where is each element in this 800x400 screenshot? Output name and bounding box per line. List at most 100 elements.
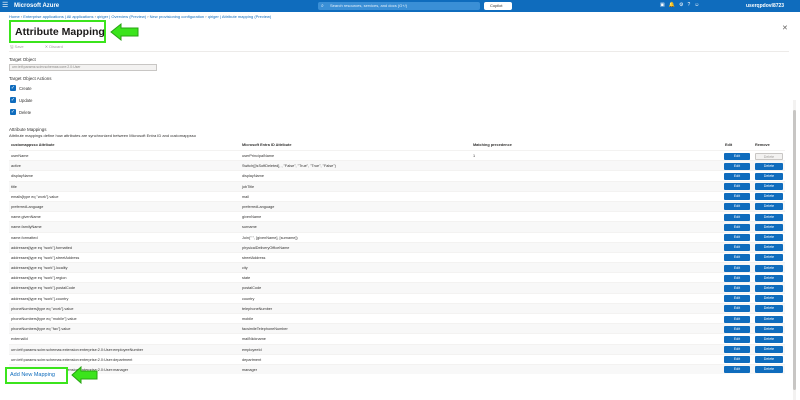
table-row[interactable]: urn:ietf:params:scim:schemas:extension:e… (9, 353, 785, 364)
edit-mapping-button[interactable]: Edit (724, 203, 750, 211)
table-row[interactable]: addresses[type eq "work"].country country… (9, 292, 785, 303)
table-row[interactable]: addresses[type eq "work"].locality city Ed… (9, 262, 785, 273)
delete-mapping-button[interactable]: Delete (755, 295, 783, 303)
source-attribute-cell: country (242, 296, 255, 301)
account-user-name[interactable]: userqpdovl8723 (746, 2, 784, 10)
source-attribute-cell: state (242, 276, 251, 281)
delete-mapping-button[interactable]: Delete (755, 223, 783, 231)
delete-mapping-button[interactable]: Delete (755, 203, 783, 211)
add-new-mapping-link[interactable]: Add New Mapping (10, 372, 55, 378)
delete-mapping-button[interactable]: Delete (755, 305, 783, 313)
notifications-icon[interactable]: 🔔 (669, 2, 679, 8)
page-scrollbar[interactable] (793, 100, 796, 400)
delete-mapping-button[interactable]: Delete (755, 356, 783, 364)
table-row[interactable]: preferredLanguage preferredLanguage Edit De… (9, 200, 785, 212)
table-row[interactable]: emails[type eq "work"].value mail Edit Dele… (9, 190, 785, 201)
edit-mapping-button[interactable]: Edit (724, 244, 750, 252)
delete-mapping-button[interactable]: Delete (755, 193, 783, 201)
edit-mapping-button[interactable]: Edit (724, 356, 750, 364)
source-attribute-cell: givenName (242, 215, 262, 220)
delete-mapping-button[interactable]: Delete (755, 315, 783, 323)
delete-mapping-button[interactable]: Delete (755, 244, 783, 252)
table-row[interactable]: urn:ietf:params:scim:schemas:extension:e… (9, 343, 785, 354)
table-row[interactable]: name.familyName surname Edit Delete (9, 221, 785, 232)
delete-mapping-button[interactable]: Delete (755, 213, 783, 221)
delete-mapping-button[interactable]: Delete (755, 172, 783, 180)
target-attribute-cell: urn:ietf:params:scim:schemas:extension:e… (11, 347, 144, 352)
edit-mapping-button[interactable]: Edit (724, 284, 750, 292)
breadcrumb-item-attribute-mapping[interactable]: qiriger | Attribute mapping (Preview) (208, 14, 272, 19)
table-row[interactable]: phoneNumbers[type eq "mobile"].value mobi… (9, 313, 785, 323)
source-attribute-cell: telephoneNumber (242, 306, 273, 311)
close-icon[interactable]: ✕ (782, 24, 788, 32)
edit-mapping-button[interactable]: Edit (724, 254, 750, 262)
edit-mapping-button[interactable]: Edit (724, 152, 750, 160)
breadcrumb-item-enterprise-apps[interactable]: Enterprise applications | All applicatio… (23, 14, 93, 19)
edit-mapping-button[interactable]: Edit (724, 274, 750, 282)
edit-mapping-button[interactable]: Edit (724, 366, 750, 374)
discard-label: Discard (49, 44, 63, 49)
create-checkbox[interactable]: ✓ (10, 85, 16, 91)
table-row[interactable]: phoneNumbers[type eq "fax"].value facsimi… (9, 323, 785, 334)
table-row[interactable]: name.formatted Join(" ", [givenName], [su… (9, 231, 785, 242)
edit-mapping-button[interactable]: Edit (724, 172, 750, 180)
hamburger-menu-icon[interactable]: ☰ (2, 2, 10, 10)
delete-mapping-button[interactable]: Delete (755, 183, 783, 191)
table-row[interactable]: urn:ietf:params:scim:schemas:extension:e… (9, 363, 785, 375)
edit-mapping-button[interactable]: Edit (724, 234, 750, 241)
delete-mapping-button[interactable]: Delete (755, 264, 783, 272)
global-search-input[interactable]: ⌕ Search resources, services, and docs (… (318, 2, 480, 10)
delete-mapping-button[interactable]: Delete (755, 162, 783, 170)
delete-mapping-button[interactable]: Delete (755, 254, 783, 262)
delete-mapping-button[interactable]: Delete (755, 325, 783, 333)
edit-mapping-button[interactable]: Edit (724, 335, 750, 343)
source-attribute-cell: department (242, 357, 262, 362)
edit-mapping-button[interactable]: Edit (724, 305, 750, 313)
target-attribute-cell: active (11, 164, 21, 169)
delete-mapping-button[interactable]: Delete (755, 346, 783, 354)
table-row[interactable]: name.givenName givenName Edit Delete (9, 211, 785, 221)
edit-mapping-button[interactable]: Edit (724, 264, 750, 272)
table-row[interactable]: externalId mailNickname Edit Delete (9, 333, 785, 343)
delete-mapping-button[interactable]: Delete (755, 366, 783, 374)
delete-mapping-button[interactable]: Delete (755, 234, 783, 241)
breadcrumb-item-provisioning-config[interactable]: New provisioning configuration (150, 14, 204, 19)
delete-checkbox[interactable]: ✓ (10, 109, 16, 115)
table-row[interactable]: active Switch([IsSoftDeleted], , "False",… (9, 160, 785, 171)
discard-button[interactable]: ✕ Discard (45, 44, 73, 49)
edit-mapping-button[interactable]: Edit (724, 346, 750, 354)
table-row[interactable]: addresses[type eq "work"].region state Edi… (9, 272, 785, 282)
table-row[interactable]: phoneNumbers[type eq "work"].value teleph… (9, 302, 785, 313)
scrollbar-thumb[interactable] (793, 110, 796, 390)
save-button[interactable]: 🖫 Save (10, 44, 34, 49)
feedback-icon[interactable]: ☺ (694, 2, 703, 8)
copilot-button[interactable]: Copilot (484, 2, 512, 10)
edit-mapping-button[interactable]: Edit (724, 325, 750, 333)
attribute-mappings-title: Attribute Mappings (9, 127, 47, 132)
table-row[interactable]: addresses[type eq "work"].formatted physi… (9, 241, 785, 252)
source-attribute-cell: Join(" ", [givenName], [surname]) (242, 235, 298, 240)
target-attribute-cell: emails[type eq "work"].value (11, 194, 59, 199)
edit-mapping-button[interactable]: Edit (724, 162, 750, 170)
delete-mapping-button[interactable]: Delete (755, 284, 783, 292)
edit-mapping-button[interactable]: Edit (724, 193, 750, 201)
edit-mapping-button[interactable]: Edit (724, 295, 750, 303)
table-row[interactable]: displayName displayName Edit Delete (9, 170, 785, 180)
title-highlight-box: Attribute Mapping (9, 20, 106, 43)
breadcrumb-item-app-overview[interactable]: qiriger | Overview (Preview) (97, 14, 146, 19)
breadcrumb-item-home[interactable]: Home (9, 14, 20, 19)
delete-mapping-button[interactable]: Delete (755, 335, 783, 343)
table-row[interactable]: addresses[type eq "work"].streetAddress s… (9, 251, 785, 262)
delete-mapping-button[interactable]: Delete (755, 274, 783, 282)
cloud-shell-icon[interactable]: ▣ (660, 2, 669, 8)
table-row[interactable]: userName userPrincipalName 1 Edit Delete (9, 150, 785, 160)
portal-brand[interactable]: Microsoft Azure (14, 2, 59, 10)
edit-mapping-button[interactable]: Edit (724, 223, 750, 231)
edit-mapping-button[interactable]: Edit (724, 183, 750, 191)
edit-mapping-button[interactable]: Edit (724, 213, 750, 221)
update-checkbox[interactable]: ✓ (10, 97, 16, 103)
edit-mapping-button[interactable]: Edit (724, 315, 750, 323)
source-attribute-cell: facsimileTelephoneNumber (242, 327, 288, 332)
table-row[interactable]: addresses[type eq "work"].postalCode post… (9, 282, 785, 293)
table-row[interactable]: title jobTitle Edit Delete (9, 180, 785, 191)
